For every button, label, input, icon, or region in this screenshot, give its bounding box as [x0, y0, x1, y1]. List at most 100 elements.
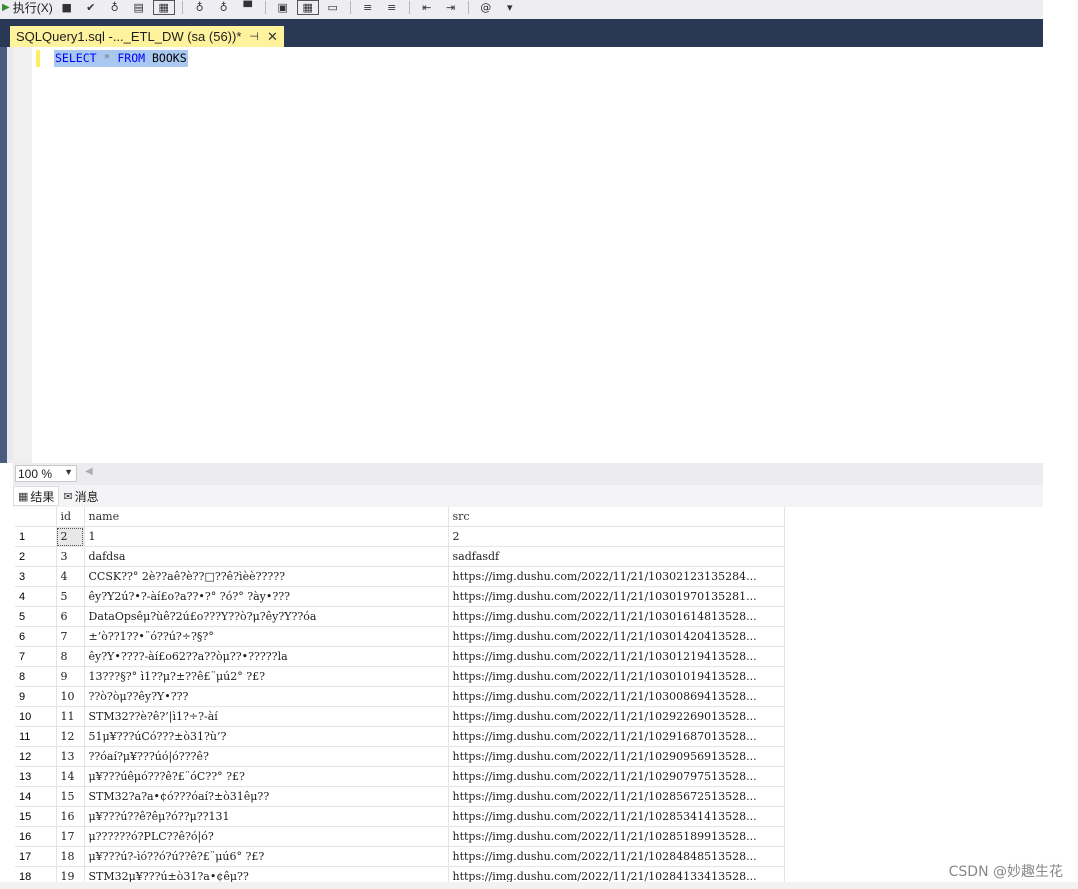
id-cell[interactable]: 13 — [56, 746, 85, 767]
table-row[interactable]: 18 19 STM32μ¥???ú±ò31?a•¢êμ?? https://img.d… — [15, 866, 785, 882]
name-cell[interactable]: êy?Y•????-àí£o62??a??òμ??•?????la — [84, 646, 449, 667]
id-cell[interactable]: 12 — [56, 726, 85, 747]
estimated-plan-icon[interactable]: ▀ — [238, 0, 258, 15]
src-cell[interactable]: https://img.dushu.com/2022/11/21/1030212… — [448, 566, 785, 587]
specify-values-icon[interactable]: @ — [476, 0, 496, 15]
row-number-cell[interactable]: 4 — [15, 586, 57, 607]
comment-icon[interactable]: ≡ — [358, 0, 378, 15]
parse-icon[interactable]: ♁ — [105, 0, 125, 15]
id-cell[interactable]: 11 — [56, 706, 85, 727]
table-row[interactable]: 1212 — [15, 526, 785, 547]
table-row[interactable]: 5 6 DataOpsêμ?ùê?2ú£o???Y??ò?μ?êy?Y??óa htt… — [15, 606, 785, 627]
row-number-cell[interactable]: 11 — [15, 726, 57, 747]
name-cell[interactable]: êy?Y2ú?•?-àí£o?a??•?° ?ó?° ?ày•??? — [84, 586, 449, 607]
table-row[interactable]: 11 12 51μ¥???úCó???±ò31?ù’? https://img.dus… — [15, 726, 785, 747]
scroll-left-icon[interactable]: ◀ — [85, 466, 93, 477]
row-number-cell[interactable]: 5 — [15, 606, 57, 627]
column-header-rownum[interactable] — [15, 507, 57, 527]
src-cell[interactable]: https://img.dushu.com/2022/11/21/1030121… — [448, 646, 785, 667]
src-cell[interactable]: https://img.dushu.com/2022/11/21/1030197… — [448, 586, 785, 607]
row-number-cell[interactable]: 10 — [15, 706, 57, 727]
row-number-cell[interactable]: 14 — [15, 786, 57, 807]
id-cell[interactable]: 4 — [56, 566, 85, 587]
tab-sqlquery1[interactable]: SQLQuery1.sql -..._ETL_DW (sa (56))* ⊣ ✕ — [10, 26, 284, 47]
name-cell[interactable]: STM32μ¥???ú±ò31?a•¢êμ?? — [84, 866, 449, 882]
table-row[interactable]: 16 17 μ??????ó?PLC??ê?ó|ó? https://img.dush… — [15, 826, 785, 847]
table-row[interactable]: 12 13 ??óaí?μ¥???úó|ó???ê? https://img.dush… — [15, 746, 785, 767]
name-cell[interactable]: ±’ò??1??•¨ó??ú?÷?§?° — [84, 626, 449, 647]
id-cell[interactable]: 16 — [56, 806, 85, 827]
stop-icon[interactable]: ■ — [57, 0, 77, 15]
name-cell[interactable]: μ¥???úêμó???ê?£¨óC??° ?£? — [84, 766, 449, 787]
execute-button[interactable]: ▶ 执行(X) — [2, 0, 53, 16]
src-cell[interactable]: sadfasdf — [448, 546, 785, 567]
id-cell[interactable]: 14 — [56, 766, 85, 787]
name-cell[interactable]: STM32?a?a•¢ó???óaí?±ò31êμ?? — [84, 786, 449, 807]
name-cell[interactable]: ??ò?òμ??êy?Y•??? — [84, 686, 449, 707]
query-editor[interactable] — [32, 47, 1043, 463]
id-cell[interactable]: 18 — [56, 846, 85, 867]
tab-messages[interactable]: ✉ 消息 — [59, 487, 102, 505]
table-row[interactable]: 2 3 dafdsa sadfasdf — [15, 546, 785, 567]
tab-results[interactable]: ▦ 结果 — [13, 486, 60, 506]
id-cell[interactable]: 6 — [56, 606, 85, 627]
file-mode-icon[interactable]: ▭ — [323, 0, 343, 15]
name-cell[interactable]: 1 — [84, 526, 449, 547]
name-cell[interactable]: CCSK??° 2è??aê?è??□??ê?ìèè????? — [84, 566, 449, 587]
increase-indent-icon[interactable]: ⇥ — [441, 0, 461, 15]
src-cell[interactable]: https://img.dushu.com/2022/11/21/1028484… — [448, 846, 785, 867]
src-cell[interactable]: https://img.dushu.com/2022/11/21/1028413… — [448, 866, 785, 882]
table-row[interactable]: 17 18 μ¥???ú?-ìó??ó?ú??ê?£¨μú6° ?£? https:/… — [15, 846, 785, 867]
uncomment-icon[interactable]: ≡ — [382, 0, 402, 15]
name-cell[interactable]: μ??????ó?PLC??ê?ó|ó? — [84, 826, 449, 847]
id-cell[interactable]: 10 — [56, 686, 85, 707]
decrease-indent-icon[interactable]: ⇤ — [417, 0, 437, 15]
query-options-icon[interactable]: ♁ — [190, 0, 210, 15]
src-cell[interactable]: https://img.dushu.com/2022/11/21/1030086… — [448, 686, 785, 707]
id-cell[interactable]: 19 — [56, 866, 85, 882]
src-cell[interactable]: https://img.dushu.com/2022/11/21/1028534… — [448, 806, 785, 827]
name-cell[interactable]: STM32??è?ê?’|ì1?÷?-àí — [84, 706, 449, 727]
row-number-cell[interactable]: 12 — [15, 746, 57, 767]
sql-code-line[interactable]: SELECT * FROM BOOKS — [54, 50, 188, 67]
src-cell[interactable]: https://img.dushu.com/2022/11/21/1030161… — [448, 606, 785, 627]
id-cell[interactable]: 17 — [56, 826, 85, 847]
results-to-text-icon[interactable]: ▤ — [129, 0, 149, 15]
table-row[interactable]: 13 14 μ¥???úêμó???ê?£¨óC??° ?£? https://img… — [15, 766, 785, 787]
column-header-name[interactable]: name — [84, 507, 449, 527]
id-cell[interactable]: 8 — [56, 646, 85, 667]
src-cell[interactable]: https://img.dushu.com/2022/11/21/1029168… — [448, 726, 785, 747]
name-cell[interactable]: 51μ¥???úCó???±ò31?ù’? — [84, 726, 449, 747]
include-plan-icon[interactable]: ♁ — [214, 0, 234, 15]
name-cell[interactable]: μ¥???ú?-ìó??ó?ú??ê?£¨μú6° ?£? — [84, 846, 449, 867]
id-cell[interactable]: 9 — [56, 666, 85, 687]
row-number-cell[interactable]: 2 — [15, 546, 57, 567]
row-number-cell[interactable]: 8 — [15, 666, 57, 687]
pin-icon[interactable]: ⊣ — [249, 30, 259, 43]
row-number-cell[interactable]: 7 — [15, 646, 57, 667]
table-row[interactable]: 15 16 μ¥???ú??ê?êμ?ó??μ??131 https://img.du… — [15, 806, 785, 827]
id-cell[interactable]: 15 — [56, 786, 85, 807]
src-cell[interactable]: https://img.dushu.com/2022/11/21/1029095… — [448, 746, 785, 767]
table-row[interactable]: 6 7 ±’ò??1??•¨ó??ú?÷?§?° https://img.dushu.… — [15, 626, 785, 647]
column-header-id[interactable]: id — [56, 507, 85, 527]
row-number-cell[interactable]: 13 — [15, 766, 57, 787]
row-number-cell[interactable]: 16 — [15, 826, 57, 847]
row-number-cell[interactable]: 17 — [15, 846, 57, 867]
src-cell[interactable]: https://img.dushu.com/2022/11/21/1029226… — [448, 706, 785, 727]
name-cell[interactable]: μ¥???ú??ê?êμ?ó??μ??131 — [84, 806, 449, 827]
row-number-cell[interactable]: 1 — [15, 526, 57, 547]
id-cell[interactable]: 5 — [56, 586, 85, 607]
zoom-select[interactable]: 100 % ▼ — [15, 465, 77, 482]
table-row[interactable]: 9 10 ??ò?òμ??êy?Y•??? https://img.dushu.com… — [15, 686, 785, 707]
close-icon[interactable]: ✕ — [267, 29, 278, 45]
id-cell[interactable]: 3 — [56, 546, 85, 567]
src-cell[interactable]: https://img.dushu.com/2022/11/21/1030142… — [448, 626, 785, 647]
id-cell[interactable]: 7 — [56, 626, 85, 647]
table-row[interactable]: 14 15 STM32?a?a•¢ó???óaí?±ò31êμ?? https://i… — [15, 786, 785, 807]
table-row[interactable]: 4 5 êy?Y2ú?•?-àí£o?a??•?° ?ó?° ?ày•??? http… — [15, 586, 785, 607]
results-to-grid-icon[interactable]: ▦ — [152, 0, 175, 15]
row-number-cell[interactable]: 18 — [15, 866, 57, 882]
check-icon[interactable]: ✔ — [81, 0, 101, 15]
table-row[interactable]: 7 8 êy?Y•????-àí£o62??a??òμ??•?????la https… — [15, 646, 785, 667]
